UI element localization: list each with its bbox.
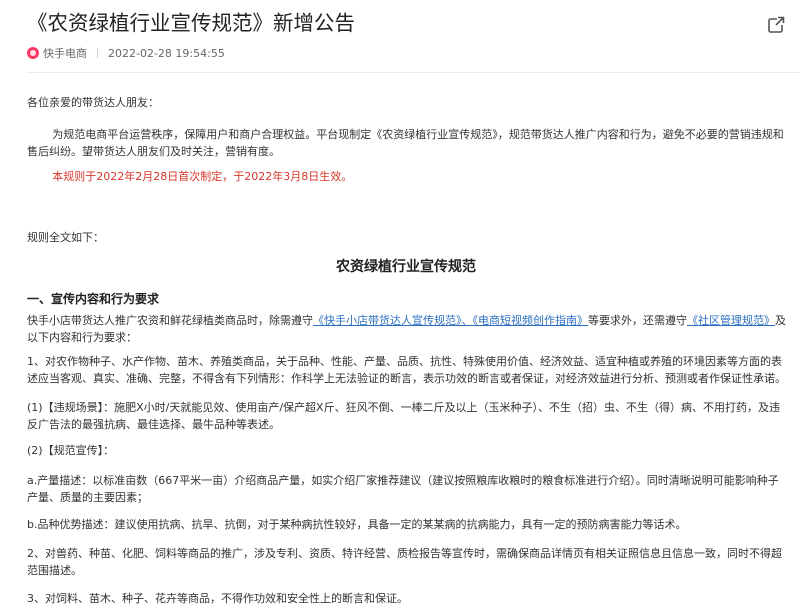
- share-external-icon[interactable]: [766, 15, 786, 35]
- rule-item-1: 1、对农作物种子、水产作物、苗木、养殖类商品，关于品种、性能、产量、品质、抗性、…: [27, 355, 786, 385]
- link-separator: 、: [461, 314, 473, 327]
- meta-divider: [97, 48, 98, 58]
- section-1-intro: 快手小店带货达人推广农资和鲜花绿植类商品时，除需遵守《快手小店带货达人宣传规范》…: [27, 312, 787, 346]
- rule-item-1-promo-label: (2)【规范宣传】：: [27, 444, 115, 457]
- effective-note: 本规则于2022年2月28日首次制定，于2022年3月8日生效。: [52, 170, 353, 183]
- intro-paragraph: 为规范电商平台运营秩序，保障用户和商户合理权益。平台现制定《农资绿植行业宣传规范…: [27, 128, 784, 158]
- rule-item-1-a: a.产量描述：以标准亩数（667平米一亩）介绍商品产量，如实介绍厂家推荐建议（建…: [27, 474, 779, 504]
- announcement-page: 《农资绿植行业宣传规范》新增公告 快手电商 2022-02-28 19:54:5…: [0, 0, 800, 612]
- header-divider: [27, 72, 800, 73]
- link-short-video-guide[interactable]: 《电商短视频创作指南》: [473, 314, 589, 327]
- section-1-intro-a: 快手小店带货达人推广农资和鲜花绿植类商品时，除需遵守: [27, 314, 313, 327]
- rule-item-2: 2、对兽药、种苗、化肥、饲料等商品的推广，涉及专利、资质、特许经营、质检报告等宣…: [27, 547, 782, 577]
- kuaishou-logo: [27, 47, 39, 59]
- section-1-title: 一、宣传内容和行为要求: [27, 292, 160, 306]
- link-talent-promo-rules[interactable]: 《快手小店带货达人宣传规范》: [313, 314, 462, 327]
- section-1-intro-b: 等要求外，还需遵守: [588, 314, 687, 327]
- source-name[interactable]: 快手电商: [43, 45, 87, 61]
- article-meta: 快手电商 2022-02-28 19:54:55: [27, 44, 225, 62]
- rule-item-1-b: b.品种优势描述：建议使用抗病、抗旱、抗倒，对于某种病抗性较好，具备一定的某某病…: [27, 518, 687, 531]
- full-text-label: 规则全文如下：: [27, 231, 104, 244]
- rule-item-1-violation: (1)【违规场景】：施肥X小时/天就能见效、使用亩产/保产超X斤、狂风不倒、一棒…: [27, 401, 781, 431]
- rule-item-3: 3、对饲料、苗木、种子、花卉等商品，不得作功效和安全性上的断言和保证。: [27, 592, 408, 605]
- page-title: 《农资绿植行业宣传规范》新增公告: [27, 11, 355, 35]
- link-community-rules[interactable]: 《社区管理规范》: [687, 314, 775, 327]
- greeting: 各位亲爱的带货达人朋友：: [27, 96, 159, 109]
- publish-time: 2022-02-28 19:54:55: [108, 46, 225, 60]
- document-title: 农资绿植行业宣传规范: [336, 259, 476, 275]
